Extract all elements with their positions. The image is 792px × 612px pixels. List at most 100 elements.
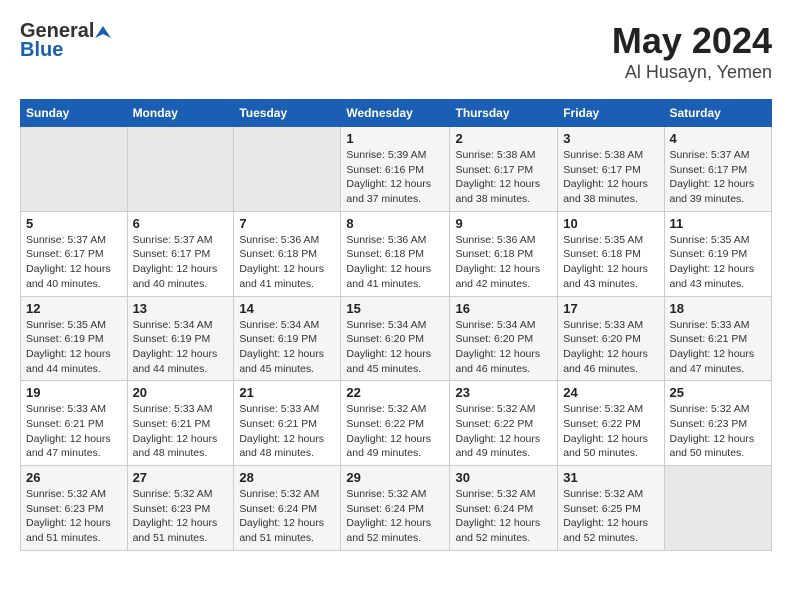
- day-number: 22: [346, 385, 444, 400]
- calendar-cell: 28 Sunrise: 5:32 AM Sunset: 6:24 PM Dayli…: [234, 466, 341, 551]
- day-info: Sunrise: 5:33 AM Sunset: 6:21 PM Dayligh…: [239, 402, 335, 461]
- logo: General Blue: [20, 20, 112, 62]
- day-number: 26: [26, 470, 122, 485]
- day-info: Sunrise: 5:32 AM Sunset: 6:22 PM Dayligh…: [346, 402, 444, 461]
- day-number: 30: [455, 470, 552, 485]
- day-info: Sunrise: 5:35 AM Sunset: 6:19 PM Dayligh…: [26, 318, 122, 377]
- calendar-cell: 26 Sunrise: 5:32 AM Sunset: 6:23 PM Dayli…: [21, 466, 128, 551]
- day-number: 19: [26, 385, 122, 400]
- day-number: 13: [133, 301, 229, 316]
- calendar-cell: 15 Sunrise: 5:34 AM Sunset: 6:20 PM Dayli…: [341, 296, 450, 381]
- day-number: 29: [346, 470, 444, 485]
- day-info: Sunrise: 5:32 AM Sunset: 6:22 PM Dayligh…: [455, 402, 552, 461]
- day-info: Sunrise: 5:36 AM Sunset: 6:18 PM Dayligh…: [239, 233, 335, 292]
- calendar-cell: [664, 466, 772, 551]
- calendar-cell: 25Sunrise: 5:32 AM Sunset: 6:23 PM Dayli…: [664, 381, 772, 466]
- calendar-cell: 7 Sunrise: 5:36 AM Sunset: 6:18 PM Daylig…: [234, 211, 341, 296]
- day-info: Sunrise: 5:33 AM Sunset: 6:21 PM Dayligh…: [133, 402, 229, 461]
- calendar-cell: 17 Sunrise: 5:33 AM Sunset: 6:20 PM Dayli…: [558, 296, 664, 381]
- week-row-3: 12 Sunrise: 5:35 AM Sunset: 6:19 PM Dayli…: [21, 296, 772, 381]
- calendar-cell: 21 Sunrise: 5:33 AM Sunset: 6:21 PM Dayli…: [234, 381, 341, 466]
- day-number: 8: [346, 216, 444, 231]
- header-tuesday: Tuesday: [234, 100, 341, 127]
- calendar-cell: 30 Sunrise: 5:32 AM Sunset: 6:24 PM Dayli…: [450, 466, 558, 551]
- page-subtitle: Al Husayn, Yemen: [612, 62, 772, 83]
- day-number: 20: [133, 385, 229, 400]
- day-info: Sunrise: 5:34 AM Sunset: 6:20 PM Dayligh…: [346, 318, 444, 377]
- header-monday: Monday: [127, 100, 234, 127]
- week-row-1: 1Sunrise: 5:39 AM Sunset: 6:16 PM Daylig…: [21, 127, 772, 212]
- calendar-cell: [21, 127, 128, 212]
- calendar-cell: 24Sunrise: 5:32 AM Sunset: 6:22 PM Dayli…: [558, 381, 664, 466]
- calendar-cell: 10 Sunrise: 5:35 AM Sunset: 6:18 PM Dayli…: [558, 211, 664, 296]
- day-number: 18: [670, 301, 767, 316]
- calendar-cell: 8Sunrise: 5:36 AM Sunset: 6:18 PM Daylig…: [341, 211, 450, 296]
- day-info: Sunrise: 5:35 AM Sunset: 6:18 PM Dayligh…: [563, 233, 658, 292]
- calendar-cell: 19 Sunrise: 5:33 AM Sunset: 6:21 PM Dayli…: [21, 381, 128, 466]
- day-number: 27: [133, 470, 229, 485]
- logo-blue: Blue: [20, 39, 63, 62]
- day-info: Sunrise: 5:32 AM Sunset: 6:25 PM Dayligh…: [563, 487, 658, 546]
- day-number: 12: [26, 301, 122, 316]
- calendar-cell: 31Sunrise: 5:32 AM Sunset: 6:25 PM Dayli…: [558, 466, 664, 551]
- calendar-header-row: SundayMondayTuesdayWednesdayThursdayFrid…: [21, 100, 772, 127]
- day-number: 28: [239, 470, 335, 485]
- day-number: 6: [133, 216, 229, 231]
- calendar-cell: 14Sunrise: 5:34 AM Sunset: 6:19 PM Dayli…: [234, 296, 341, 381]
- calendar-cell: [234, 127, 341, 212]
- day-info: Sunrise: 5:39 AM Sunset: 6:16 PM Dayligh…: [346, 148, 444, 207]
- day-info: Sunrise: 5:37 AM Sunset: 6:17 PM Dayligh…: [133, 233, 229, 292]
- calendar-cell: 13 Sunrise: 5:34 AM Sunset: 6:19 PM Dayli…: [127, 296, 234, 381]
- day-info: Sunrise: 5:32 AM Sunset: 6:24 PM Dayligh…: [239, 487, 335, 546]
- calendar-cell: 3Sunrise: 5:38 AM Sunset: 6:17 PM Daylig…: [558, 127, 664, 212]
- title-block: May 2024 Al Husayn, Yemen: [612, 20, 772, 83]
- calendar-cell: 4Sunrise: 5:37 AM Sunset: 6:17 PM Daylig…: [664, 127, 772, 212]
- day-info: Sunrise: 5:32 AM Sunset: 6:23 PM Dayligh…: [133, 487, 229, 546]
- week-row-4: 19 Sunrise: 5:33 AM Sunset: 6:21 PM Dayli…: [21, 381, 772, 466]
- header-sunday: Sunday: [21, 100, 128, 127]
- day-number: 21: [239, 385, 335, 400]
- calendar-cell: 1Sunrise: 5:39 AM Sunset: 6:16 PM Daylig…: [341, 127, 450, 212]
- day-info: Sunrise: 5:37 AM Sunset: 6:17 PM Dayligh…: [26, 233, 122, 292]
- day-info: Sunrise: 5:32 AM Sunset: 6:24 PM Dayligh…: [455, 487, 552, 546]
- day-number: 25: [670, 385, 767, 400]
- day-number: 7: [239, 216, 335, 231]
- calendar-cell: 18 Sunrise: 5:33 AM Sunset: 6:21 PM Dayli…: [664, 296, 772, 381]
- calendar-table: SundayMondayTuesdayWednesdayThursdayFrid…: [20, 99, 772, 551]
- day-info: Sunrise: 5:32 AM Sunset: 6:23 PM Dayligh…: [26, 487, 122, 546]
- calendar-cell: 12 Sunrise: 5:35 AM Sunset: 6:19 PM Dayli…: [21, 296, 128, 381]
- calendar-cell: 29 Sunrise: 5:32 AM Sunset: 6:24 PM Dayli…: [341, 466, 450, 551]
- page-title: May 2024: [612, 20, 772, 62]
- day-number: 11: [670, 216, 767, 231]
- day-number: 24: [563, 385, 658, 400]
- day-info: Sunrise: 5:38 AM Sunset: 6:17 PM Dayligh…: [455, 148, 552, 207]
- day-info: Sunrise: 5:33 AM Sunset: 6:21 PM Dayligh…: [26, 402, 122, 461]
- day-info: Sunrise: 5:33 AM Sunset: 6:20 PM Dayligh…: [563, 318, 658, 377]
- calendar-cell: 5 Sunrise: 5:37 AM Sunset: 6:17 PM Daylig…: [21, 211, 128, 296]
- day-number: 10: [563, 216, 658, 231]
- week-row-5: 26 Sunrise: 5:32 AM Sunset: 6:23 PM Dayli…: [21, 466, 772, 551]
- day-number: 17: [563, 301, 658, 316]
- day-info: Sunrise: 5:37 AM Sunset: 6:17 PM Dayligh…: [670, 148, 767, 207]
- calendar-cell: 11 Sunrise: 5:35 AM Sunset: 6:19 PM Dayli…: [664, 211, 772, 296]
- page-header: General Blue May 2024 Al Husayn, Yemen: [20, 20, 772, 83]
- calendar-cell: 27 Sunrise: 5:32 AM Sunset: 6:23 PM Dayli…: [127, 466, 234, 551]
- calendar-cell: [127, 127, 234, 212]
- day-number: 16: [455, 301, 552, 316]
- day-info: Sunrise: 5:32 AM Sunset: 6:24 PM Dayligh…: [346, 487, 444, 546]
- day-number: 15: [346, 301, 444, 316]
- day-info: Sunrise: 5:36 AM Sunset: 6:18 PM Dayligh…: [455, 233, 552, 292]
- calendar-cell: 22 Sunrise: 5:32 AM Sunset: 6:22 PM Dayli…: [341, 381, 450, 466]
- day-info: Sunrise: 5:35 AM Sunset: 6:19 PM Dayligh…: [670, 233, 767, 292]
- day-number: 5: [26, 216, 122, 231]
- calendar-cell: 9 Sunrise: 5:36 AM Sunset: 6:18 PM Daylig…: [450, 211, 558, 296]
- day-info: Sunrise: 5:34 AM Sunset: 6:19 PM Dayligh…: [133, 318, 229, 377]
- calendar-cell: 20 Sunrise: 5:33 AM Sunset: 6:21 PM Dayli…: [127, 381, 234, 466]
- day-number: 2: [455, 131, 552, 146]
- day-number: 9: [455, 216, 552, 231]
- header-thursday: Thursday: [450, 100, 558, 127]
- day-number: 23: [455, 385, 552, 400]
- header-saturday: Saturday: [664, 100, 772, 127]
- header-wednesday: Wednesday: [341, 100, 450, 127]
- day-info: Sunrise: 5:33 AM Sunset: 6:21 PM Dayligh…: [670, 318, 767, 377]
